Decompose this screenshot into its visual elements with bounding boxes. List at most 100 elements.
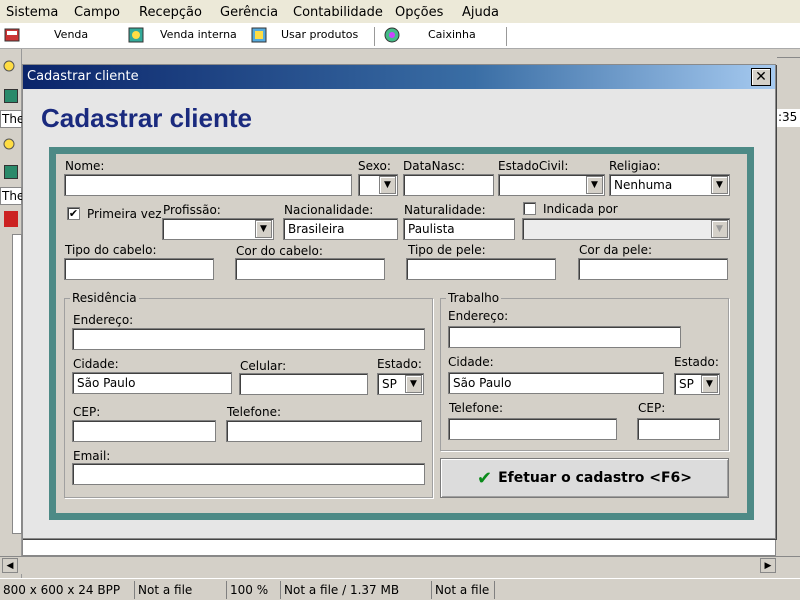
chevron-down-icon[interactable]: ▼ xyxy=(701,375,718,393)
menu-gerencia[interactable]: Gerência xyxy=(220,5,278,20)
indicada-por-label: Indicada por xyxy=(543,202,618,216)
chevron-down-icon[interactable]: ▼ xyxy=(586,176,603,194)
chevron-down-icon[interactable]: ▼ xyxy=(255,220,272,238)
background-toolbar-icon xyxy=(4,165,18,179)
efetuar-cadastro-label: Efetuar o cadastro <F6> xyxy=(498,470,693,486)
background-red-icon xyxy=(4,211,18,227)
venda-interna-button[interactable]: Venda interna xyxy=(160,28,237,41)
sexo-select[interactable]: ▼ xyxy=(358,174,398,196)
tipo-cabelo-input[interactable] xyxy=(64,258,214,280)
menu-bar: Sistema Campo Recepção Gerência Contabil… xyxy=(0,0,800,24)
trabalho-endereco-label: Endereço: xyxy=(448,309,509,323)
cor-cabelo-label: Cor do cabelo: xyxy=(236,244,323,258)
background-input xyxy=(22,538,776,556)
trabalho-cep-input[interactable] xyxy=(637,418,720,440)
indicada-por-select[interactable]: ▼ xyxy=(522,218,730,240)
trabalho-telefone-label: Telefone: xyxy=(449,401,503,415)
nome-input[interactable] xyxy=(64,174,352,196)
trabalho-estado-label: Estado: xyxy=(674,355,719,369)
nacionalidade-label: Nacionalidade: xyxy=(284,203,374,217)
estadocivil-label: EstadoCivil: xyxy=(498,159,569,173)
toolbar-separator xyxy=(506,27,507,46)
status-file: Not a file xyxy=(134,581,195,599)
chevron-down-icon[interactable]: ▼ xyxy=(405,375,422,393)
scroll-right-icon[interactable]: ▶ xyxy=(760,558,776,573)
background-list xyxy=(12,234,22,534)
usar-produtos-icon xyxy=(251,27,267,43)
toolbar-separator xyxy=(374,27,375,46)
primeira-vez-checkbox[interactable]: ✔ xyxy=(67,207,80,220)
residencia-estado-value: SP xyxy=(382,377,397,391)
nacionalidade-input[interactable]: Brasileira xyxy=(283,218,398,240)
menu-contabilidade[interactable]: Contabilidade xyxy=(293,5,383,20)
status-file: Not a file xyxy=(431,581,492,599)
menu-ajuda[interactable]: Ajuda xyxy=(462,5,499,20)
chevron-down-icon[interactable]: ▼ xyxy=(711,176,728,194)
venda-icon xyxy=(4,27,20,43)
trabalho-cidade-input[interactable]: São Paulo xyxy=(448,372,664,394)
indicada-por-checkbox[interactable] xyxy=(523,202,536,215)
datanasc-input[interactable] xyxy=(403,174,494,196)
estadocivil-select[interactable]: ▼ xyxy=(498,174,605,196)
residencia-celular-input[interactable] xyxy=(239,373,368,395)
status-bar: 800 x 600 x 24 BPP Not a file 100 % Not … xyxy=(0,578,800,600)
residencia-cep-label: CEP: xyxy=(73,405,101,419)
chevron-down-icon[interactable]: ▼ xyxy=(711,220,728,238)
usar-produtos-button[interactable]: Usar produtos xyxy=(281,28,358,41)
trabalho-endereco-input[interactable] xyxy=(448,326,681,348)
residencia-telefone-label: Telefone: xyxy=(227,405,281,419)
venda-interna-icon xyxy=(128,27,144,43)
religiao-label: Religiao: xyxy=(609,159,661,173)
residencia-estado-select[interactable]: SP ▼ xyxy=(377,373,424,395)
page-title: Cadastrar cliente xyxy=(41,103,252,133)
residencia-cidade-label: Cidade: xyxy=(73,357,119,371)
chevron-down-icon[interactable]: ▼ xyxy=(379,176,396,194)
religiao-value: Nenhuma xyxy=(614,178,673,192)
sexo-label: Sexo: xyxy=(358,159,391,173)
residencia-celular-label: Celular: xyxy=(240,359,287,373)
status-resolution: 800 x 600 x 24 BPP xyxy=(3,583,121,597)
checkmark-icon: ✔ xyxy=(476,467,493,489)
naturalidade-input[interactable]: Paulista xyxy=(403,218,515,240)
tipo-pele-label: Tipo de pele: xyxy=(408,243,486,257)
scroll-left-icon[interactable]: ◀ xyxy=(2,558,18,573)
background-toolbar-icon xyxy=(2,137,18,153)
background-toolbar-icon xyxy=(4,89,18,103)
caixinha-button[interactable]: Caixinha xyxy=(428,28,476,41)
menu-sistema[interactable]: Sistema xyxy=(6,5,58,20)
tipo-pele-input[interactable] xyxy=(406,258,556,280)
menu-campo[interactable]: Campo xyxy=(74,5,120,20)
dialog-title: Cadastrar cliente xyxy=(27,69,139,84)
trabalho-group-label: Trabalho xyxy=(446,291,502,305)
residencia-cep-input[interactable] xyxy=(72,420,216,442)
profissao-select[interactable]: ▼ xyxy=(162,218,274,240)
profissao-label: Profissão: xyxy=(163,203,221,217)
toolbar: Venda Venda interna Usar produtos Caixin… xyxy=(0,24,800,49)
cor-pele-input[interactable] xyxy=(578,258,728,280)
background-text-fragment: The xyxy=(0,187,25,205)
residencia-telefone-input[interactable] xyxy=(226,420,422,442)
religiao-select[interactable]: Nenhuma ▼ xyxy=(609,174,730,196)
residencia-group-label: Residência xyxy=(70,291,139,305)
residencia-email-label: Email: xyxy=(73,449,111,463)
residencia-cidade-input[interactable]: São Paulo xyxy=(72,372,232,394)
trabalho-estado-value: SP xyxy=(679,377,694,391)
trabalho-cidade-label: Cidade: xyxy=(448,355,494,369)
trabalho-telefone-input[interactable] xyxy=(448,418,617,440)
residencia-email-input[interactable] xyxy=(72,463,425,485)
trabalho-cep-label: CEP: xyxy=(638,401,666,415)
residencia-estado-label: Estado: xyxy=(377,357,422,371)
menu-recepcao[interactable]: Recepção xyxy=(139,5,202,20)
trabalho-estado-select[interactable]: SP ▼ xyxy=(674,373,720,395)
cor-cabelo-input[interactable] xyxy=(235,258,385,280)
cor-pele-label: Cor da pele: xyxy=(579,243,653,257)
efetuar-cadastro-button[interactable]: ✔ Efetuar o cadastro <F6> xyxy=(440,458,729,498)
tipo-cabelo-label: Tipo do cabelo: xyxy=(65,243,157,257)
horizontal-scrollbar[interactable]: ◀ ▶ xyxy=(0,556,800,574)
residencia-endereco-input[interactable] xyxy=(72,328,425,350)
dialog-titlebar[interactable]: Cadastrar cliente ✕ xyxy=(23,65,775,89)
close-icon[interactable]: ✕ xyxy=(751,68,771,86)
venda-button[interactable]: Venda xyxy=(54,28,88,41)
background-time-fragment: :35 xyxy=(777,109,800,127)
menu-opcoes[interactable]: Opções xyxy=(395,5,443,20)
